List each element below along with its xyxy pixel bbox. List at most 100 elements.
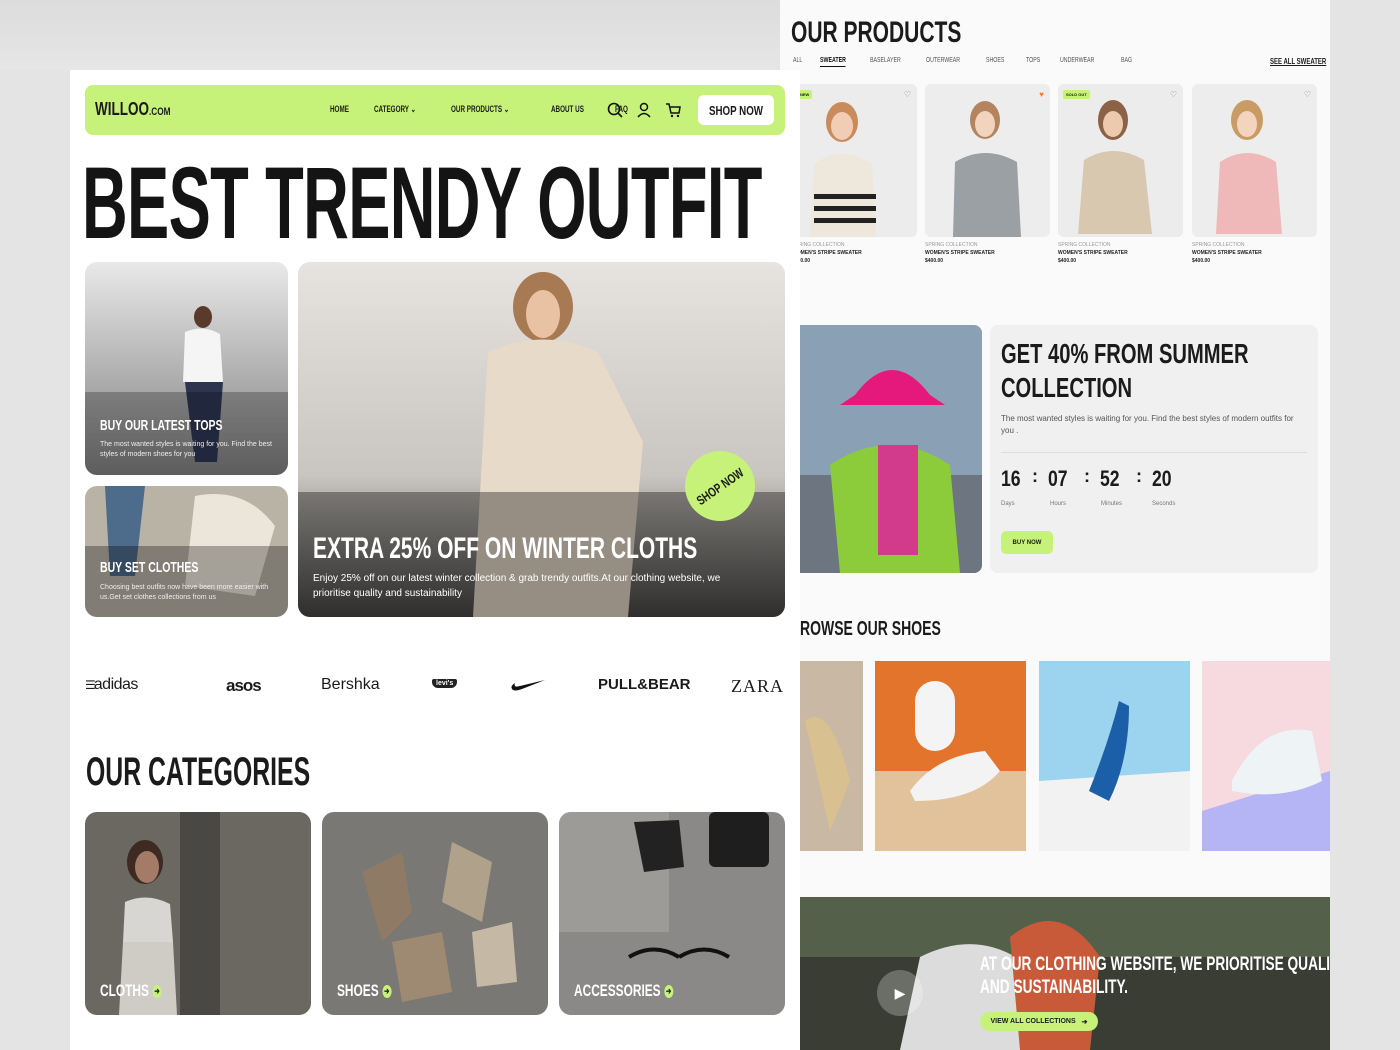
set-clothes-card[interactable]: BUY SET CLOTHES Choosing best outfits no…: [85, 486, 288, 617]
product-name[interactable]: WOMEN'S STRIPE SWEATER: [1058, 249, 1128, 257]
products-page: OUR PRODUCTS ALL SWEATER BASELAYER OUTER…: [780, 0, 1330, 1050]
nike-logo-icon[interactable]: [510, 678, 546, 692]
nav-our-products[interactable]: OUR PRODUCTS ⌄: [451, 104, 509, 115]
view-all-collections-button[interactable]: VIEW ALL COLLECTIONS ➔: [980, 1012, 1098, 1031]
heart-icon[interactable]: ♡: [1304, 90, 1311, 99]
quality-banner: ▶ AT OUR CLOTHING WEBSITE, WE PRIORITISE…: [800, 897, 1330, 1050]
tab-shoes[interactable]: SHOES: [986, 57, 1004, 67]
hero-title: BEST TRENDY OUTFIT: [82, 146, 762, 260]
countdown-hours: 07: [1048, 466, 1068, 491]
shoe-image: [800, 661, 863, 851]
tab-baselayer[interactable]: BASELAYER: [870, 57, 901, 67]
shoe-image: [1039, 661, 1190, 851]
card-desc: The most wanted styles is waiting for yo…: [100, 441, 272, 459]
heart-icon[interactable]: ♡: [904, 90, 911, 99]
product-name[interactable]: WOMEN'S STRIPE SWEATER: [1192, 249, 1262, 257]
tab-underwear[interactable]: UNDERWEAR: [1060, 57, 1094, 67]
tab-outerwear[interactable]: OUTERWEAR: [926, 57, 960, 67]
product-card[interactable]: SOLD OUT ♡: [1058, 84, 1183, 237]
card-title: BUY SET CLOTHES: [100, 559, 199, 576]
shoe-card[interactable]: [1039, 661, 1190, 851]
tab-sweater[interactable]: SWEATER: [820, 57, 847, 67]
brand-pull-bear[interactable]: PULL&BEAR: [598, 676, 691, 693]
countdown-colon: :: [1032, 466, 1038, 486]
quality-title: AT OUR CLOTHING WEBSITE, WE PRIORITISE Q…: [980, 954, 1330, 998]
categories-title: OUR CATEGORIES: [86, 750, 311, 794]
product-info: SPRING COLLECTION WOMEN'S STRIPE SWEATER…: [1192, 242, 1262, 264]
arrow-right-icon: ➔: [382, 985, 392, 999]
shop-now-badge[interactable]: SHOP NOW: [685, 451, 755, 521]
tab-bag[interactable]: BAG: [1121, 57, 1132, 67]
product-price: $400.00: [925, 258, 944, 264]
nav-about-us[interactable]: ABOUT US: [551, 104, 584, 115]
promo-panel: GET 40% FROM SUMMER COLLECTION The most …: [990, 325, 1318, 573]
product-info: SPRING COLLECTION WOMEN'S STRIPE SWEATER…: [925, 242, 995, 264]
heart-icon[interactable]: ♡: [1170, 90, 1177, 99]
promo-image: [800, 325, 982, 573]
product-card[interactable]: ♡: [1192, 84, 1317, 237]
product-name[interactable]: WOMEN'S STRIPE SWEATER: [925, 249, 995, 257]
arrow-right-icon: ➔: [152, 985, 162, 999]
category-label: ACCESSORIES ➔: [574, 981, 674, 1000]
home-page: WILLOO.COM HOME CATEGORY ⌄ OUR PRODUCTS …: [70, 70, 800, 1050]
tab-tops[interactable]: TOPS: [1026, 57, 1040, 67]
product-card[interactable]: NEW ♡: [792, 84, 917, 237]
nav-category[interactable]: CATEGORY ⌄: [374, 104, 416, 115]
countdown-days: 16: [1001, 466, 1021, 491]
product-card[interactable]: ♥: [925, 84, 1050, 237]
shoe-card[interactable]: [1202, 661, 1330, 851]
buy-now-button[interactable]: BUY NOW: [1001, 531, 1053, 554]
category-accessories[interactable]: ACCESSORIES ➔: [559, 812, 785, 1015]
shoe-image: [1202, 661, 1330, 851]
logo[interactable]: WILLOO.COM: [95, 99, 171, 120]
user-icon[interactable]: [635, 101, 653, 119]
arrow-right-icon: ➔: [664, 985, 674, 999]
brand-adidas[interactable]: ☰adidas: [85, 676, 138, 694]
heart-icon[interactable]: ♥: [1039, 90, 1044, 99]
shoes-title: ROWSE OUR SHOES: [800, 618, 941, 640]
product-price: $400.00: [792, 258, 811, 264]
card-title: BUY OUR LATEST TOPS: [100, 417, 223, 434]
product-name[interactable]: WOMEN'S STRIPE SWEATER: [792, 249, 862, 257]
category-label: SHOES ➔: [337, 981, 392, 1000]
brand-levis[interactable]: levi's: [432, 679, 458, 688]
shop-now-button[interactable]: SHOP NOW: [698, 95, 774, 125]
product-image: [1192, 84, 1317, 237]
product-tabs: ALL SWEATER BASELAYER OUTERWEAR SHOES TO…: [793, 57, 1135, 67]
product-image: [1058, 84, 1183, 237]
play-button[interactable]: ▶: [877, 970, 923, 1016]
category-label: CLOTHS ➔: [100, 981, 162, 1000]
countdown-seconds: 20: [1152, 466, 1172, 491]
navbar: WILLOO.COM HOME CATEGORY ⌄ OUR PRODUCTS …: [85, 85, 785, 135]
countdown-minutes: 52: [1100, 466, 1120, 491]
shoe-card[interactable]: [800, 661, 863, 851]
latest-tops-card[interactable]: BUY OUR LATEST TOPS The most wanted styl…: [85, 262, 288, 475]
backdrop: [0, 0, 780, 70]
winter-promo-card[interactable]: SHOP NOW EXTRA 25% OFF ON WINTER CLOTHS …: [298, 262, 785, 617]
countdown-colon: :: [1136, 466, 1142, 486]
product-image: [792, 84, 917, 237]
arrow-right-icon: ➔: [1081, 1018, 1088, 1026]
see-all-link[interactable]: SEE ALL SWEATER: [1270, 57, 1326, 66]
category-cloths[interactable]: CLOTHS ➔: [85, 812, 311, 1015]
shoe-image: [875, 661, 1026, 851]
product-info: SPRING COLLECTION WOMEN'S STRIPE SWEATER…: [1058, 242, 1128, 264]
product-badge: SOLD OUT: [1063, 90, 1090, 99]
tab-all[interactable]: ALL: [793, 57, 802, 67]
search-icon[interactable]: [606, 101, 624, 119]
product-price: $400.00: [1058, 258, 1077, 264]
brand-asos[interactable]: asos: [226, 676, 262, 696]
play-icon: ▶: [894, 984, 906, 1001]
promo-title: GET 40% FROM SUMMER COLLECTION: [1001, 338, 1249, 403]
brand-strip: ☰adidas asos Bershka levi's PULL&BEAR ZA…: [85, 670, 785, 700]
countdown-colon: :: [1084, 466, 1090, 486]
brand-bershka[interactable]: Bershka: [321, 676, 380, 694]
cart-icon[interactable]: [664, 101, 682, 119]
shoe-card[interactable]: [875, 661, 1026, 851]
category-shoes[interactable]: SHOES ➔: [322, 812, 548, 1015]
promo-desc: The most wanted styles is waiting for yo…: [1001, 414, 1294, 435]
brand-zara[interactable]: ZARA: [731, 676, 784, 697]
nav-home[interactable]: HOME: [330, 104, 349, 115]
product-info: SPRING COLLECTION WOMEN'S STRIPE SWEATER…: [792, 242, 862, 264]
card-desc: Enjoy 25% off on our latest winter colle…: [313, 573, 721, 599]
